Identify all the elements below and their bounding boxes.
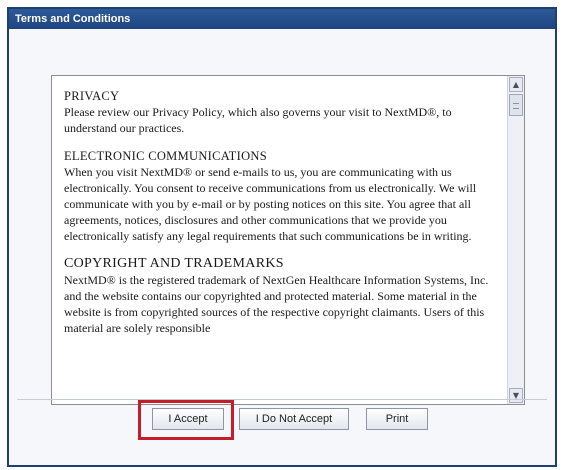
- vertical-scrollbar[interactable]: ▲ ▼: [507, 76, 524, 404]
- terms-content: PRIVACY Please review our Privacy Policy…: [52, 76, 506, 404]
- scroll-up-icon[interactable]: ▲: [509, 77, 523, 92]
- accept-highlight-box: [138, 400, 234, 440]
- scroll-down-icon[interactable]: ▼: [509, 388, 523, 403]
- terms-section-electronic-communications: ELECTRONIC COMMUNICATIONS When you visit…: [64, 148, 498, 244]
- terms-section-privacy: PRIVACY Please review our Privacy Policy…: [64, 88, 498, 136]
- dialog-title: Terms and Conditions: [9, 9, 555, 29]
- section-heading: COPYRIGHT AND TRADEMARKS: [64, 256, 284, 271]
- section-text: When you visit NextMD® or send e-mails t…: [64, 165, 477, 243]
- terms-section-copyright: COPYRIGHT AND TRADEMARKS NextMD® is the …: [64, 256, 498, 336]
- section-heading: PRIVACY: [64, 89, 120, 103]
- do-not-accept-button[interactable]: I Do Not Accept: [239, 408, 349, 430]
- section-text: NextMD® is the registered trademark of N…: [64, 273, 489, 335]
- section-text: Please review our Privacy Policy, which …: [64, 105, 452, 135]
- section-heading: ELECTRONIC COMMUNICATIONS: [64, 149, 267, 163]
- terms-scroll-box[interactable]: PRIVACY Please review our Privacy Policy…: [51, 75, 525, 405]
- terms-dialog: Terms and Conditions PRIVACY Please revi…: [7, 7, 557, 467]
- footer-divider: [17, 399, 547, 400]
- scrollbar-thumb[interactable]: [509, 94, 523, 116]
- dialog-body: PRIVACY Please review our Privacy Policy…: [9, 29, 555, 465]
- print-button[interactable]: Print: [366, 408, 428, 430]
